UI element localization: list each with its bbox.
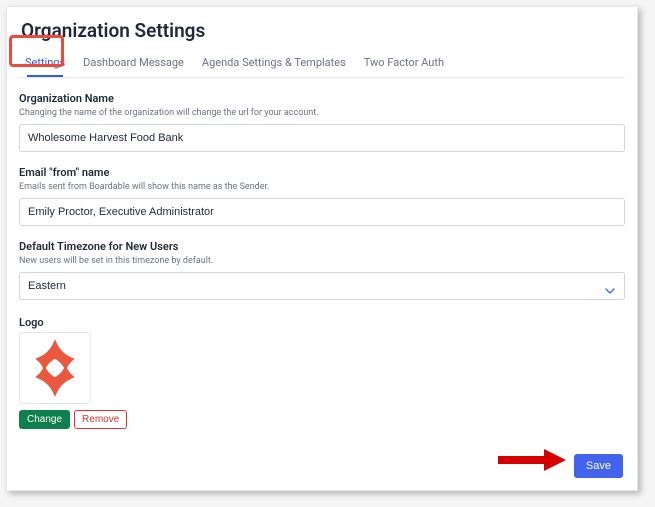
email-from-label: Email "from" name (19, 166, 625, 179)
tab-settings[interactable]: Settings (23, 52, 67, 77)
org-name-hint: Changing the name of the organization wi… (19, 108, 625, 118)
timezone-label: Default Timezone for New Users (19, 240, 625, 253)
save-button[interactable]: Save (574, 454, 623, 478)
org-name-label: Organization Name (19, 92, 625, 105)
logo-icon (22, 335, 88, 401)
tab-dashboard-message[interactable]: Dashboard Message (81, 52, 186, 77)
timezone-select-wrap (19, 272, 625, 314)
email-from-input[interactable] (19, 198, 625, 226)
email-from-hint: Emails sent from Boardable will show thi… (19, 182, 625, 192)
remove-logo-button[interactable]: Remove (74, 410, 127, 429)
page-title: Organization Settings (19, 17, 625, 48)
footer: Save (574, 454, 623, 478)
tab-agenda-settings[interactable]: Agenda Settings & Templates (200, 52, 348, 77)
org-name-input[interactable] (19, 124, 625, 152)
logo-block: Logo Change Remove (19, 316, 625, 429)
change-logo-button[interactable]: Change (19, 410, 70, 429)
tab-two-factor-auth[interactable]: Two Factor Auth (362, 52, 446, 77)
timezone-select[interactable] (19, 272, 625, 300)
settings-panel: Organization Settings Settings Dashboard… (6, 6, 638, 491)
logo-image (19, 332, 91, 404)
logo-actions: Change Remove (19, 410, 625, 429)
logo-label: Logo (19, 316, 625, 329)
tabs: Settings Dashboard Message Agenda Settin… (19, 48, 625, 78)
timezone-hint: New users will be set in this timezone b… (19, 256, 625, 266)
form-section: Organization Name Changing the name of t… (19, 78, 625, 429)
